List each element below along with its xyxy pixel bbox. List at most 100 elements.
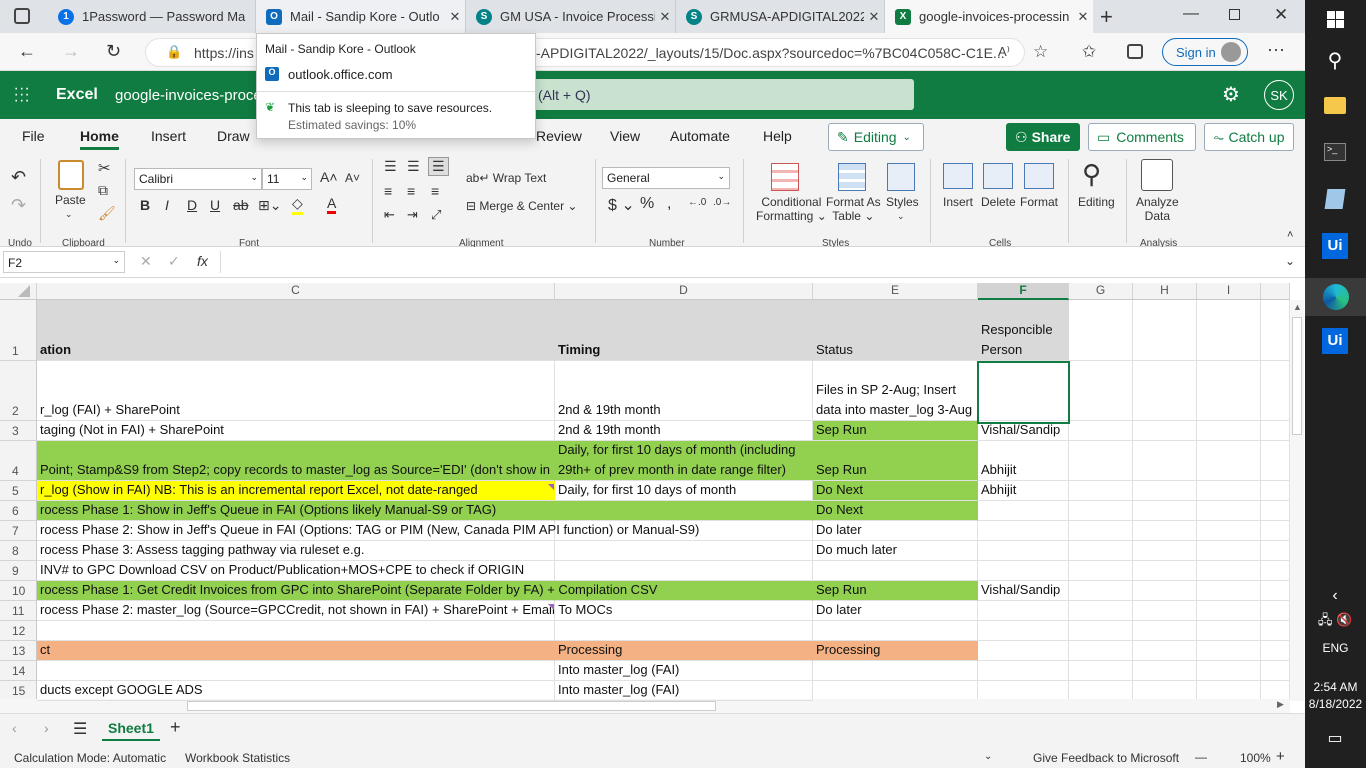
formula-input[interactable]: [220, 251, 1302, 273]
cell-d3[interactable]: 2nd & 19th month: [555, 421, 813, 441]
cell-i3[interactable]: [1197, 421, 1261, 441]
cell-c2[interactable]: r_log (FAI) + SharePoint: [37, 361, 555, 421]
cell-h8[interactable]: [1133, 541, 1197, 561]
edge-icon[interactable]: [1305, 278, 1366, 316]
account-avatar[interactable]: SK: [1264, 80, 1294, 110]
cell-f15[interactable]: [978, 681, 1069, 701]
insert-function-icon[interactable]: fx: [197, 253, 208, 269]
cell-i6[interactable]: [1197, 501, 1261, 521]
cell-c5[interactable]: r_log (Show in FAI) NB: This is an incre…: [37, 481, 555, 501]
double-underline-icon[interactable]: U: [210, 197, 220, 213]
row-header[interactable]: 6: [0, 501, 37, 521]
row-header[interactable]: 11: [0, 601, 37, 621]
forward-icon[interactable]: →: [62, 41, 80, 62]
cell-e4[interactable]: Sep Run: [813, 441, 978, 481]
cell-c6[interactable]: rocess Phase 1: Show in Jeff's Queue in …: [37, 501, 555, 521]
row-header[interactable]: 10: [0, 581, 37, 601]
cell-f3[interactable]: Vishal/Sandip: [978, 421, 1069, 441]
cell-d14[interactable]: Into master_log (FAI): [555, 661, 813, 681]
decrease-decimal-icon[interactable]: .0→: [713, 197, 731, 208]
cell-d5[interactable]: Daily, for first 10 days of month: [555, 481, 813, 501]
comment-indicator[interactable]: [548, 604, 554, 610]
cell-g4[interactable]: [1069, 441, 1133, 481]
column-header-h[interactable]: H: [1133, 283, 1197, 300]
scroll-right-icon[interactable]: ▶: [1277, 699, 1284, 710]
cell-j11[interactable]: [1261, 601, 1290, 621]
app-launcher-icon[interactable]: ∙∙∙ ∙∙∙ ∙∙∙: [14, 81, 30, 109]
undo-icon[interactable]: ↶: [11, 167, 26, 188]
chevron-down-icon[interactable]: ⌄: [897, 211, 905, 222]
cell-h3[interactable]: [1133, 421, 1197, 441]
font-color-icon[interactable]: A: [327, 195, 337, 214]
language-indicator[interactable]: ENG: [1305, 641, 1366, 655]
cell-d4[interactable]: Daily, for first 10 days of month (inclu…: [555, 441, 813, 481]
cell-c4[interactable]: Point; Stamp&S9 from Step2; copy records…: [37, 441, 555, 481]
add-favorite-icon[interactable]: ☆: [1033, 42, 1048, 62]
cell-e3[interactable]: Sep Run: [813, 421, 978, 441]
cell-styles-icon[interactable]: [887, 163, 915, 191]
cell-h12[interactable]: [1133, 621, 1197, 641]
expand-formula-icon[interactable]: ⌄: [1285, 254, 1295, 268]
currency-icon[interactable]: $ ⌄: [608, 195, 635, 215]
cell-g8[interactable]: [1069, 541, 1133, 561]
cell-h6[interactable]: [1133, 501, 1197, 521]
cell-i12[interactable]: [1197, 621, 1261, 641]
cell-e10[interactable]: Sep Run: [813, 581, 978, 601]
merge-center-button[interactable]: ⊟ Merge & Center ⌄: [466, 199, 577, 213]
cell-j6[interactable]: [1261, 501, 1290, 521]
share-button[interactable]: ⚇ Share: [1006, 123, 1080, 151]
cell-f13[interactable]: [978, 641, 1069, 661]
cell-e15[interactable]: [813, 681, 978, 701]
cell-h11[interactable]: [1133, 601, 1197, 621]
cell-g10[interactable]: [1069, 581, 1133, 601]
cell-g3[interactable]: [1069, 421, 1133, 441]
cell-f4[interactable]: Abhijit: [978, 441, 1069, 481]
cell-e6[interactable]: Do Next: [813, 501, 978, 521]
cell-h15[interactable]: [1133, 681, 1197, 701]
cell-f10[interactable]: Vishal/Sandip: [978, 581, 1069, 601]
close-window-button[interactable]: ✕: [1274, 5, 1288, 25]
workbook-statistics[interactable]: Workbook Statistics: [185, 751, 290, 765]
uipath-icon[interactable]: Ui: [1320, 231, 1350, 261]
row-header[interactable]: 1: [0, 300, 37, 361]
align-center-icon[interactable]: ≡: [407, 183, 415, 199]
horizontal-scroll-thumb[interactable]: [187, 701, 716, 711]
align-right-icon[interactable]: ≡: [431, 183, 439, 199]
comma-icon[interactable]: ,: [667, 195, 671, 213]
editing-mode-button[interactable]: ✎ Editing ⌄: [828, 123, 924, 151]
cell-f5[interactable]: Abhijit: [978, 481, 1069, 501]
cell-g13[interactable]: [1069, 641, 1133, 661]
cell-d13[interactable]: Processing: [555, 641, 813, 661]
font-size-select[interactable]: 11 ⌄: [262, 168, 312, 190]
refresh-icon[interactable]: ↻: [106, 41, 121, 62]
tab-file[interactable]: File: [22, 128, 45, 144]
chevron-down-icon[interactable]: ⌄: [984, 751, 992, 762]
cell-d8[interactable]: [555, 541, 813, 561]
cell-i7[interactable]: [1197, 521, 1261, 541]
zoom-out-icon[interactable]: —: [1195, 750, 1207, 764]
confirm-entry-icon[interactable]: ✓: [168, 253, 180, 270]
cell-g14[interactable]: [1069, 661, 1133, 681]
editing-button-label[interactable]: Editing: [1078, 195, 1115, 209]
cell-i1[interactable]: [1197, 300, 1261, 361]
cell-g5[interactable]: [1069, 481, 1133, 501]
cell-g6[interactable]: [1069, 501, 1133, 521]
close-icon[interactable]: ✕: [655, 9, 675, 25]
restore-button[interactable]: [1229, 9, 1240, 20]
cell-e11[interactable]: Do later: [813, 601, 978, 621]
cell-i11[interactable]: [1197, 601, 1261, 621]
cell-f1[interactable]: Responcible Person: [978, 300, 1069, 361]
cell-d6[interactable]: [555, 501, 813, 521]
increase-font-icon[interactable]: A˄: [320, 169, 338, 185]
cell-g7[interactable]: [1069, 521, 1133, 541]
cell-i9[interactable]: [1197, 561, 1261, 581]
cell-e8[interactable]: Do much later: [813, 541, 978, 561]
file-name[interactable]: google-invoices-proce: [115, 87, 262, 104]
cell-f6[interactable]: [978, 501, 1069, 521]
delete-cells-icon[interactable]: [983, 163, 1013, 189]
minimize-button[interactable]: —: [1183, 5, 1199, 23]
file-explorer-icon[interactable]: [1320, 90, 1350, 120]
conditional-formatting-icon[interactable]: [771, 163, 799, 191]
conditional-formatting-label[interactable]: Conditional Formatting ⌄: [756, 195, 827, 223]
cell-d1[interactable]: Timing: [555, 300, 813, 361]
